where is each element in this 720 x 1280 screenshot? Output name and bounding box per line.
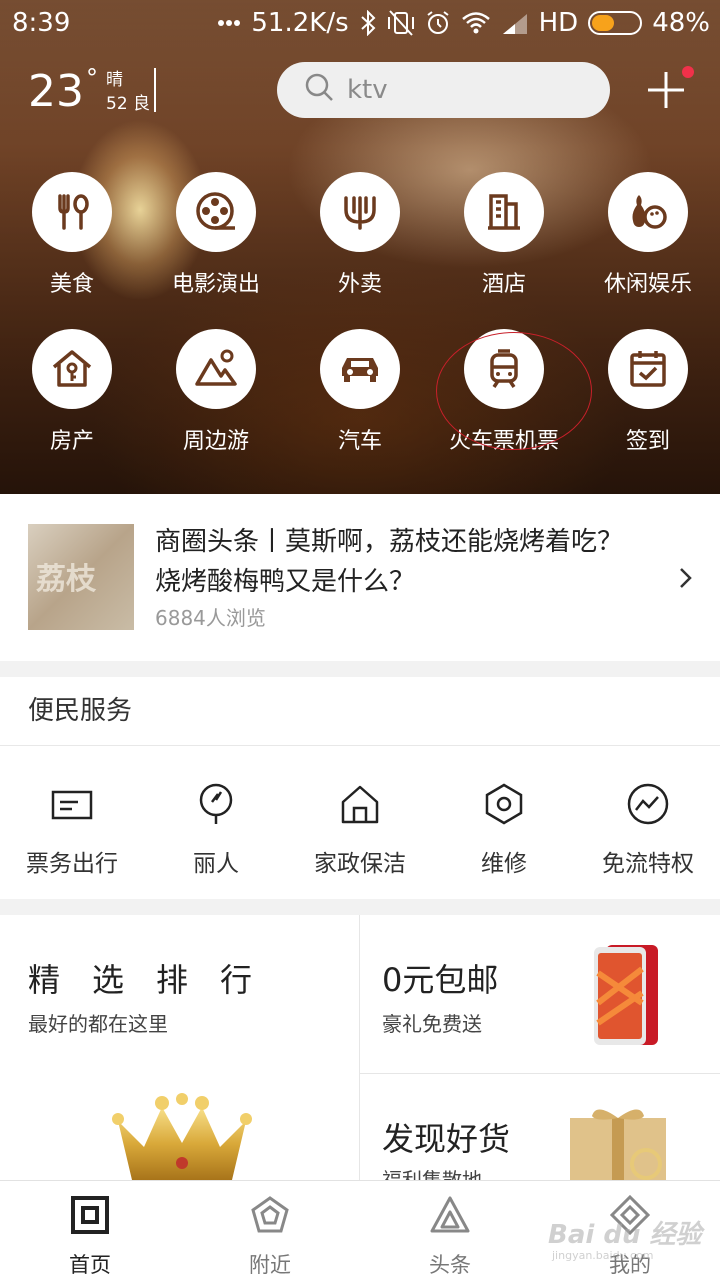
grid-item-label: 电影演出 (171, 272, 260, 297)
promo-discover[interactable]: 发现好货 福利集散地 (360, 1074, 720, 1192)
car-icon (342, 358, 378, 382)
ranking-subtitle: 最好的都在这里 (28, 1012, 168, 1036)
temperature: 23 (28, 66, 84, 117)
grid-item-hotel[interactable]: 酒店 (432, 172, 576, 298)
tab-headlines[interactable]: 头条 (360, 1195, 540, 1279)
dots-icon (217, 19, 241, 27)
add-button[interactable] (644, 66, 694, 112)
pentagon-icon (251, 1196, 289, 1233)
grid-item-label: 美食 (49, 272, 94, 297)
signal-icon (501, 12, 529, 34)
promo-free-shipping[interactable]: 0元包邮 豪礼免费送 (360, 915, 720, 1073)
calendar-check-icon (630, 351, 666, 387)
news-title: 商圈头条丨莫斯啊，荔枝还能烧烤着吃？烧烤酸梅鸭又是什么？ (155, 527, 624, 597)
phone-image (594, 945, 658, 1045)
grid-item-label: 汽车 (337, 429, 382, 454)
home-icon (341, 785, 379, 824)
news-thumbnail: 荔枝 (28, 524, 134, 630)
notification-dot (682, 66, 694, 78)
service-repair[interactable]: 维修 (432, 782, 576, 878)
annotation-circle (436, 332, 592, 450)
service-free-data[interactable]: 免流特权 (576, 782, 720, 878)
service-housekeeping[interactable]: 家政保洁 (288, 782, 432, 878)
weather-condition: 晴 (106, 70, 123, 90)
wifi-icon (461, 11, 491, 35)
tab-home[interactable]: 首页 (0, 1195, 180, 1279)
services-section: 便民服务 票务出行 丽人 家政保洁 维修 免流特权 (0, 677, 720, 899)
grid-item-label: 酒店 (481, 272, 526, 297)
grid-item-food[interactable]: 美食 (0, 172, 144, 298)
film-reel-icon (196, 192, 235, 230)
service-label: 维修 (481, 851, 527, 877)
network-speed: 51.2K/s (251, 8, 349, 38)
hex-nut-icon (485, 783, 523, 825)
search-icon (305, 73, 335, 107)
service-label: 免流特权 (602, 851, 694, 877)
plus-icon (648, 72, 684, 108)
watermark-sub: jingyan.baidu.com (552, 1249, 654, 1262)
ranking-title: 精 选 排 行 (28, 961, 253, 999)
takeout-icon (344, 196, 376, 230)
news-card[interactable]: 荔枝 商圈头条丨莫斯啊，荔枝还能烧烤着吃？烧烤酸梅鸭又是什么？ 6884人浏览 (0, 494, 720, 661)
tab-label: 附近 (249, 1253, 291, 1277)
tab-nearby[interactable]: 附近 (180, 1195, 360, 1279)
vibrate-off-icon (387, 10, 415, 36)
grid-item-label: 外卖 (337, 272, 382, 297)
home-square-icon (71, 1196, 109, 1234)
service-beauty[interactable]: 丽人 (144, 782, 288, 878)
alarm-icon (425, 10, 451, 36)
battery-percent: 48% (652, 8, 710, 38)
thumb-text: 荔枝 (36, 562, 96, 597)
weather-widget[interactable]: 23 ° 晴 52 良 (28, 64, 156, 118)
free-shipping-title: 0元包邮 (382, 961, 499, 999)
bluetooth-icon (359, 10, 377, 36)
grid-item-label: 签到 (625, 429, 670, 454)
service-label: 票务出行 (26, 851, 118, 877)
mirror-icon (199, 783, 233, 824)
promo-section: 精 选 排 行 最好的都在这里 0元包邮 豪礼免费送 发现好货 福利集散地 (0, 915, 720, 1192)
free-shipping-subtitle: 豪礼免费送 (382, 1012, 482, 1036)
grid-item-checkin[interactable]: 签到 (576, 329, 720, 455)
status-time: 8:39 (12, 8, 71, 38)
service-label: 丽人 (193, 851, 239, 877)
gift-box-image (570, 1109, 666, 1180)
chevron-right-icon (680, 568, 692, 588)
wave-circle-icon (627, 783, 669, 825)
grid-item-car[interactable]: 汽车 (288, 329, 432, 455)
search-input[interactable]: ktv (347, 75, 388, 105)
mountain-icon (195, 349, 237, 386)
bowling-icon (632, 195, 667, 229)
grid-item-label: 周边游 (182, 429, 249, 454)
grid-item-takeout[interactable]: 外卖 (288, 172, 432, 298)
triangle-icon (430, 1196, 470, 1233)
watermark: Bai du 经验 jingyan.baidu.com (548, 1214, 702, 1262)
discover-title: 发现好货 (382, 1120, 511, 1158)
grid-item-realestate[interactable]: 房产 (0, 329, 144, 455)
search-bar[interactable]: ktv (277, 62, 610, 118)
grid-item-label: 房产 (49, 429, 94, 454)
status-bar: 8:39 51.2K/s HD 48% (0, 0, 720, 50)
promo-ranking[interactable]: 精 选 排 行 最好的都在这里 (0, 915, 359, 1180)
tab-label: 首页 (69, 1253, 111, 1277)
grid-item-nearby-travel[interactable]: 周边游 (144, 329, 288, 455)
house-key-icon (52, 350, 92, 387)
battery-icon (588, 11, 643, 35)
service-ticketing[interactable]: 票务出行 (0, 782, 144, 878)
fork-spoon-icon (58, 194, 89, 230)
ticket-icon (51, 790, 93, 820)
network-type: HD (538, 8, 579, 38)
air-quality: 52 良 (106, 94, 151, 114)
services-header: 便民服务 (0, 677, 720, 746)
grid-item-leisure[interactable]: 休闲娱乐 (576, 172, 720, 298)
tab-label: 头条 (429, 1253, 471, 1277)
service-label: 家政保洁 (314, 851, 406, 877)
degree-symbol: ° (86, 64, 98, 92)
grid-item-label: 休闲娱乐 (603, 272, 692, 297)
grid-item-movies[interactable]: 电影演出 (144, 172, 288, 298)
crown-image (112, 1093, 252, 1180)
news-views: 6884人浏览 (155, 606, 266, 630)
watermark-text: Bai du 经验 (548, 1220, 702, 1250)
hotel-icon (488, 194, 520, 230)
weather-divider (154, 68, 156, 112)
